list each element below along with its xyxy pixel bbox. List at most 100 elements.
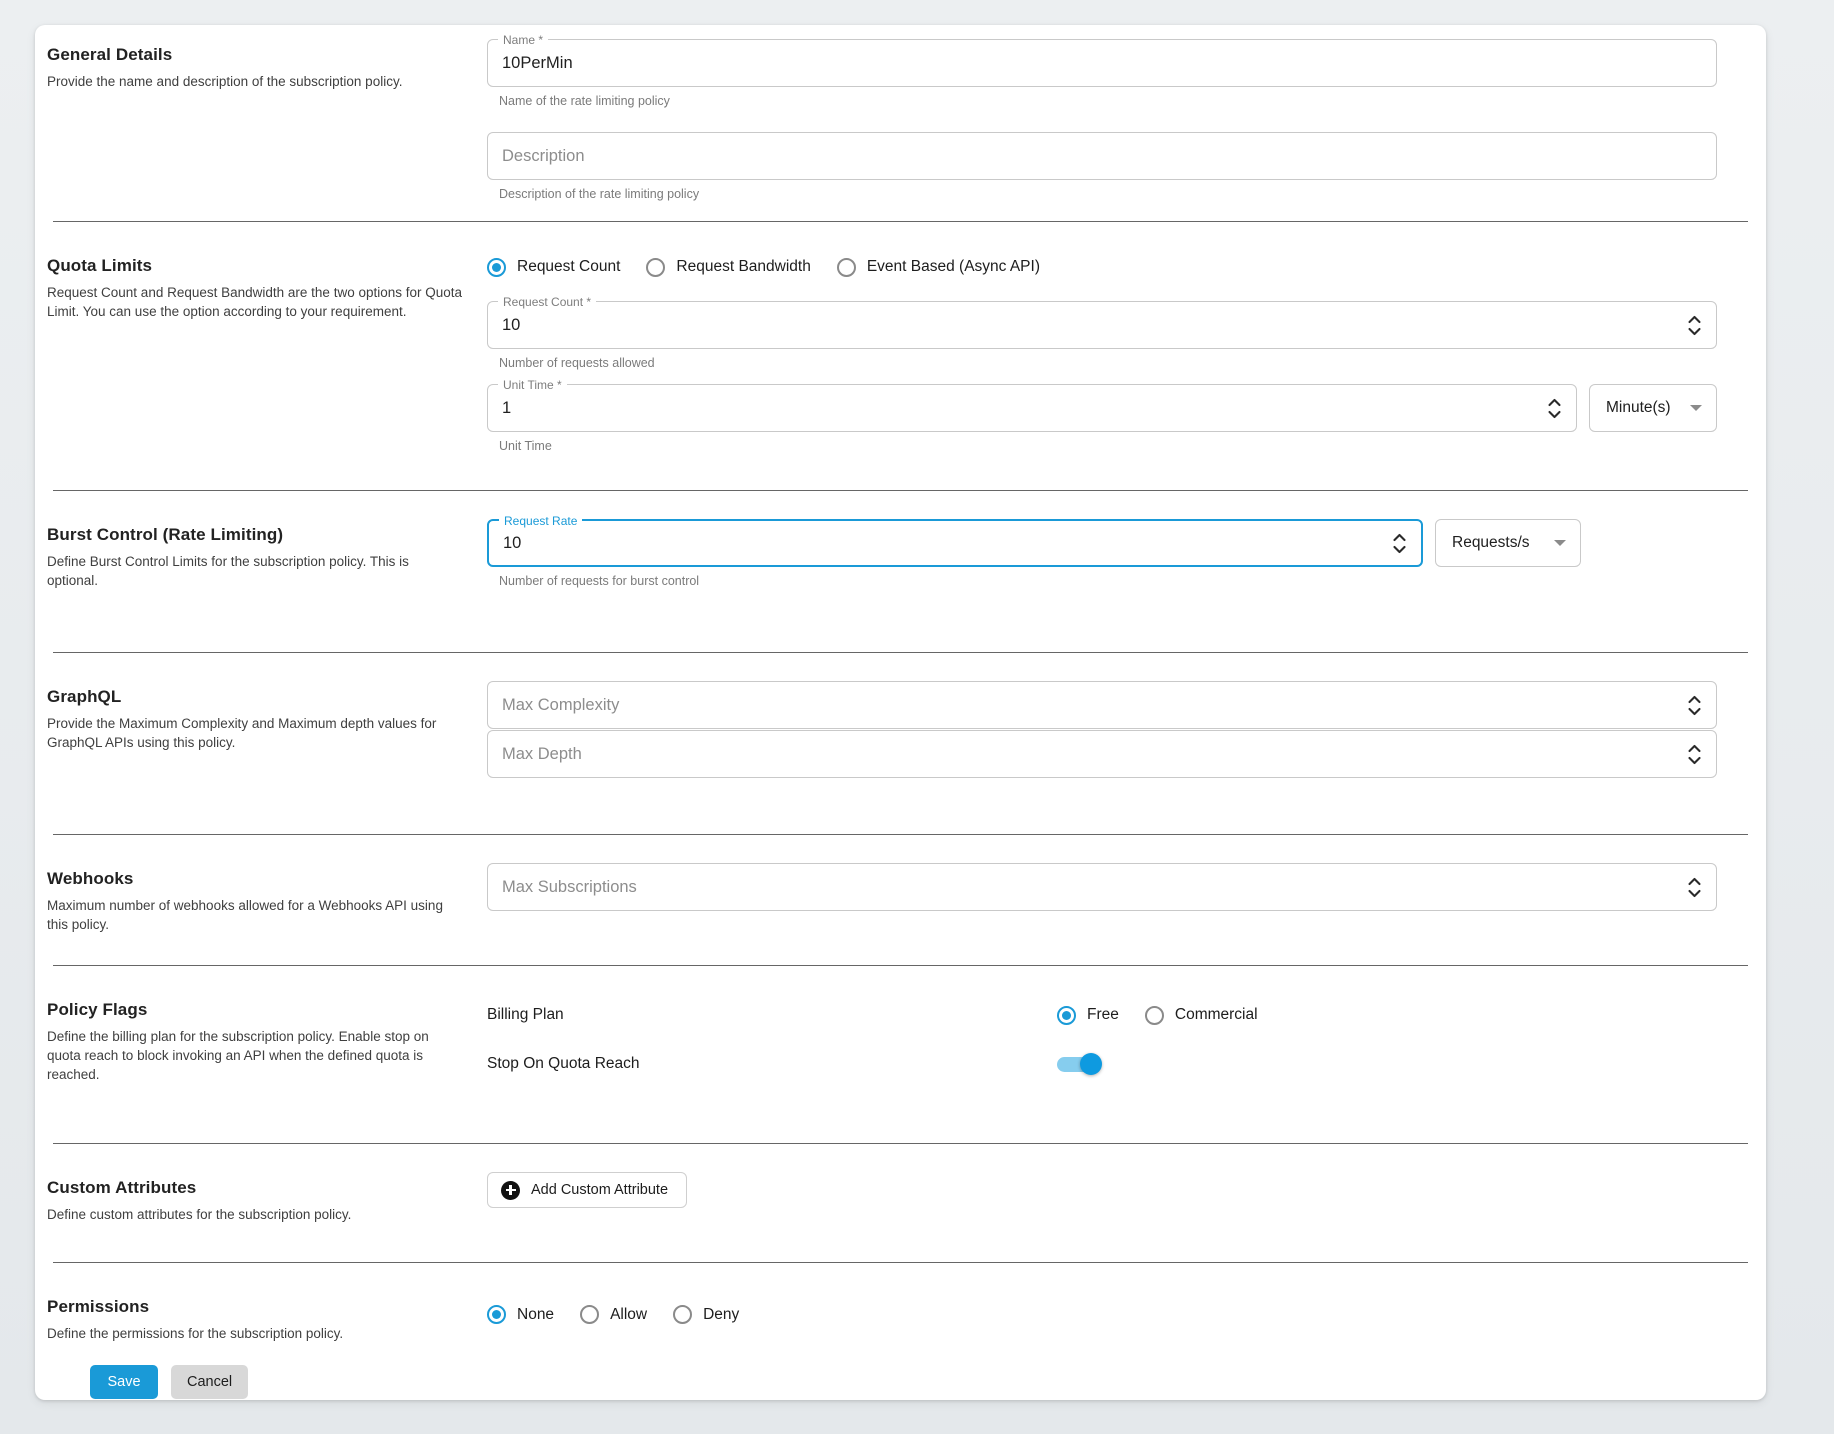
radio-billing-commercial[interactable]: Commercial — [1145, 1006, 1258, 1025]
stop-on-quota-toggle[interactable] — [1057, 1053, 1105, 1075]
cancel-button[interactable]: Cancel — [171, 1365, 248, 1399]
radio-event-based-label: Event Based (Async API) — [867, 258, 1040, 276]
chevron-down-icon — [1554, 540, 1566, 546]
request-count-input[interactable]: Request Count * 10 — [487, 301, 1717, 349]
max-complexity-placeholder: Max Complexity — [502, 696, 1685, 715]
billing-plan-radio-group: Free Commercial — [1057, 1006, 1258, 1025]
page-background: General Details Provide the name and des… — [0, 0, 1834, 1434]
max-subscriptions-placeholder: Max Subscriptions — [502, 878, 1685, 897]
permissions-title: Permissions — [47, 1297, 487, 1317]
unit-time-value: 1 — [502, 399, 1545, 418]
request-count-value: 10 — [502, 316, 1685, 335]
webhooks-info: Webhooks Maximum number of webhooks allo… — [47, 863, 487, 965]
stop-on-quota-row: Stop On Quota Reach — [487, 1043, 1717, 1085]
chevron-up-icon[interactable] — [1548, 398, 1561, 407]
unit-time-unit-value: Minute(s) — [1606, 399, 1671, 417]
radio-request-bandwidth[interactable]: Request Bandwidth — [646, 258, 810, 277]
section-graphql: GraphQL Provide the Maximum Complexity a… — [35, 653, 1766, 834]
general-details-title: General Details — [47, 45, 487, 65]
chevron-down-icon[interactable] — [1688, 707, 1701, 716]
quota-limits-title: Quota Limits — [47, 256, 487, 276]
max-complexity-input[interactable]: Max Complexity — [487, 681, 1717, 729]
policy-flags-info: Policy Flags Define the billing plan for… — [47, 994, 487, 1143]
unit-time-helper: Unit Time — [499, 439, 1717, 454]
radio-permission-deny-label: Deny — [703, 1306, 739, 1324]
unit-time-field-wrap: Unit Time * 1 Minute(s) Unit Time — [487, 384, 1717, 454]
general-details-description: Provide the name and description of the … — [47, 72, 462, 91]
chevron-up-icon[interactable] — [1688, 877, 1701, 886]
chevron-up-icon[interactable] — [1393, 533, 1406, 542]
max-subscriptions-stepper[interactable] — [1685, 872, 1704, 902]
request-rate-stepper[interactable] — [1390, 528, 1409, 558]
chevron-up-icon[interactable] — [1688, 695, 1701, 704]
unit-time-label: Unit Time * — [498, 377, 567, 393]
radio-event-based[interactable]: Event Based (Async API) — [837, 258, 1040, 277]
radio-billing-free[interactable]: Free — [1057, 1006, 1119, 1025]
request-count-helper: Number of requests allowed — [499, 356, 1717, 371]
custom-attributes-title: Custom Attributes — [47, 1178, 487, 1198]
chevron-up-icon[interactable] — [1688, 315, 1701, 324]
radio-permission-allow[interactable]: Allow — [580, 1305, 647, 1324]
request-rate-field-wrap: Request Rate 10 Requests/s Number — [487, 519, 1717, 589]
radio-request-count[interactable]: Request Count — [487, 258, 620, 277]
permissions-info: Permissions Define the permissions for t… — [47, 1291, 487, 1350]
unit-time-unit-select[interactable]: Minute(s) — [1589, 384, 1717, 432]
save-button[interactable]: Save — [90, 1365, 158, 1399]
policy-flags-fields: Billing Plan Free Commercial Stop On Quo — [487, 994, 1766, 1143]
radio-permission-deny[interactable]: Deny — [673, 1305, 739, 1324]
chevron-down-icon — [1690, 405, 1702, 411]
max-depth-stepper[interactable] — [1685, 739, 1704, 769]
max-subscriptions-input[interactable]: Max Subscriptions — [487, 863, 1717, 911]
toggle-knob — [1080, 1053, 1102, 1075]
policy-flags-title: Policy Flags — [47, 1000, 487, 1020]
section-policy-flags: Policy Flags Define the billing plan for… — [35, 966, 1766, 1143]
quota-type-radio-group: Request Count Request Bandwidth Event Ba… — [487, 250, 1717, 284]
name-field-helper: Name of the rate limiting policy — [499, 94, 1717, 109]
section-custom-attributes: Custom Attributes Define custom attribut… — [35, 1144, 1766, 1262]
radio-billing-commercial-label: Commercial — [1175, 1006, 1258, 1024]
description-input[interactable]: Description — [487, 132, 1717, 180]
graphql-fields: Max Complexity Max Depth — [487, 681, 1766, 834]
chevron-down-icon[interactable] — [1688, 756, 1701, 765]
plus-circle-icon — [501, 1181, 520, 1200]
section-webhooks: Webhooks Maximum number of webhooks allo… — [35, 835, 1766, 965]
add-custom-attribute-label: Add Custom Attribute — [531, 1182, 668, 1198]
quota-limits-info: Quota Limits Request Count and Request B… — [47, 250, 487, 490]
unit-time-input[interactable]: Unit Time * 1 — [487, 384, 1577, 432]
custom-attributes-info: Custom Attributes Define custom attribut… — [47, 1172, 487, 1262]
unit-time-stepper[interactable] — [1545, 393, 1564, 423]
stop-on-quota-label: Stop On Quota Reach — [487, 1055, 1057, 1073]
permissions-radio-group: None Allow Deny — [487, 1291, 1717, 1324]
radio-billing-commercial-indicator — [1145, 1006, 1164, 1025]
radio-request-count-indicator — [487, 258, 506, 277]
request-count-stepper[interactable] — [1685, 310, 1704, 340]
request-rate-helper: Number of requests for burst control — [499, 574, 1717, 589]
billing-plan-label: Billing Plan — [487, 1006, 1057, 1024]
graphql-description: Provide the Maximum Complexity and Maxim… — [47, 714, 462, 752]
webhooks-title: Webhooks — [47, 869, 487, 889]
request-rate-label: Request Rate — [499, 513, 582, 529]
webhooks-description: Maximum number of webhooks allowed for a… — [47, 896, 462, 934]
section-permissions: Permissions Define the permissions for t… — [35, 1263, 1766, 1350]
request-rate-unit-select[interactable]: Requests/s — [1435, 519, 1581, 567]
burst-control-title: Burst Control (Rate Limiting) — [47, 525, 487, 545]
quota-limits-fields: Request Count Request Bandwidth Event Ba… — [487, 250, 1766, 490]
chevron-down-icon[interactable] — [1548, 410, 1561, 419]
max-complexity-stepper[interactable] — [1685, 690, 1704, 720]
description-field-helper: Description of the rate limiting policy — [499, 187, 1717, 202]
radio-request-bandwidth-label: Request Bandwidth — [676, 258, 810, 276]
chevron-down-icon[interactable] — [1393, 545, 1406, 554]
max-depth-placeholder: Max Depth — [502, 745, 1685, 764]
general-details-info: General Details Provide the name and des… — [47, 39, 487, 221]
general-details-fields: Name * 10PerMin Name of the rate limitin… — [487, 39, 1766, 221]
add-custom-attribute-button[interactable]: Add Custom Attribute — [487, 1172, 687, 1208]
chevron-up-icon[interactable] — [1688, 744, 1701, 753]
request-rate-input[interactable]: Request Rate 10 — [487, 519, 1423, 567]
chevron-down-icon[interactable] — [1688, 889, 1701, 898]
radio-permission-none[interactable]: None — [487, 1305, 554, 1324]
name-field-label: Name * — [498, 32, 548, 48]
chevron-down-icon[interactable] — [1688, 327, 1701, 336]
radio-billing-free-indicator — [1057, 1006, 1076, 1025]
name-input[interactable]: Name * 10PerMin — [487, 39, 1717, 87]
max-depth-input[interactable]: Max Depth — [487, 730, 1717, 778]
